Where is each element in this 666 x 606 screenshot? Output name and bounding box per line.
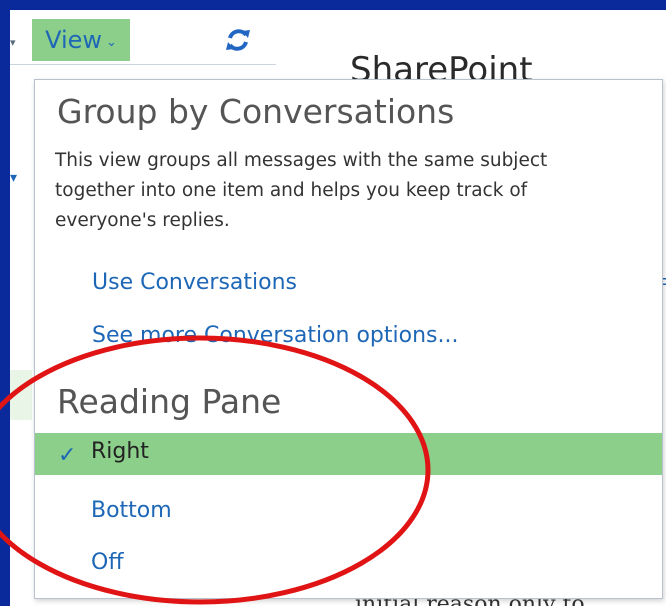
chevron-down-icon: ⌄ [106, 34, 117, 50]
view-menu-label: View [45, 26, 103, 54]
reading-pane-off-option[interactable]: Off [35, 544, 662, 586]
reading-pane-heading: Reading Pane [57, 382, 282, 421]
view-menu-button[interactable]: View ⌄ [32, 19, 130, 61]
refresh-icon[interactable] [224, 26, 252, 54]
group-by-heading: Group by Conversations [57, 92, 455, 131]
reading-pane-option-label: Bottom [91, 498, 172, 523]
checkmark-icon: ✓ [58, 443, 77, 468]
background-selected-row [10, 370, 32, 420]
toolbar: ▾ View ⌄ [10, 10, 666, 65]
toolbar-divider [10, 64, 276, 65]
reading-pane-bottom-option[interactable]: Bottom [35, 492, 662, 534]
dropdown-arrow-icon[interactable]: ▾ [10, 36, 16, 49]
view-dropdown-menu: Group by Conversations This view groups … [34, 79, 663, 599]
reading-pane-right-option[interactable]: ✓ Right [35, 433, 662, 475]
use-conversations-link[interactable]: Use Conversations [92, 270, 297, 295]
left-dropdown-arrow-icon: ▾ [10, 170, 18, 186]
reading-pane-option-label: Right [91, 439, 149, 464]
more-conversation-options-link[interactable]: See more Conversation options... [92, 323, 458, 348]
group-by-description: This view groups all messages with the s… [55, 150, 548, 231]
reading-pane-option-label: Off [91, 550, 124, 575]
